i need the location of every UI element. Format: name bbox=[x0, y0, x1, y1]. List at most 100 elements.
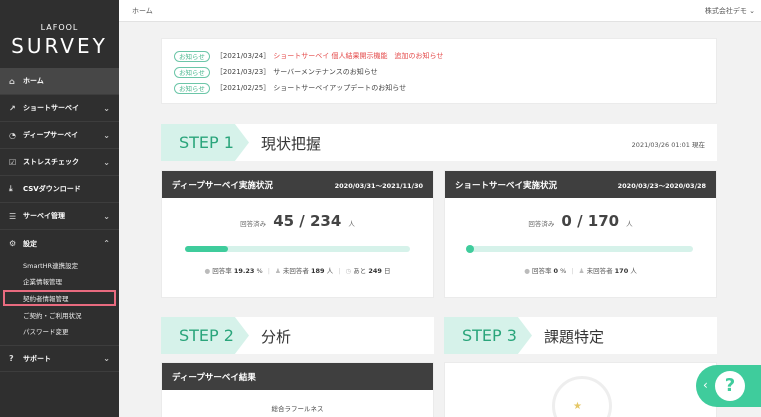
step3-banner: STEP 3 課題特定 bbox=[444, 317, 717, 354]
chevron-left-icon: ‹ bbox=[703, 378, 708, 392]
deep-survey-result-card: ディープサーベイ結果 総合ラフールネス bbox=[161, 362, 434, 417]
download-icon: ⤓ bbox=[9, 184, 13, 193]
sidebar-subitem-smarthr[interactable]: SmartHR連携設定 bbox=[0, 257, 119, 273]
card-title: ディープサーベイ結果 bbox=[172, 372, 256, 383]
days-left-value: 249 bbox=[368, 267, 382, 275]
notice-panel: お知らせ ［2021/03/24］ ショートサーベイ 個人結果開示機能 追加のお… bbox=[161, 38, 717, 104]
response-value: 0 / 170 bbox=[561, 212, 620, 230]
sidebar-item-label: ショートサーベイ bbox=[23, 104, 79, 112]
rate-unit: % bbox=[560, 267, 567, 275]
notice-link[interactable]: ショートサーベイ 個人結果開示機能 追加のお知らせ bbox=[273, 51, 443, 61]
response-value: 45 / 234 bbox=[273, 212, 342, 230]
notice-item[interactable]: お知らせ ［2021/02/25］ ショートサーベイアップデートのお知らせ bbox=[174, 80, 704, 96]
unanswered-label: 未回答者 bbox=[282, 267, 309, 275]
sidebar-item-csv-download[interactable]: ⤓ CSVダウンロード bbox=[0, 176, 119, 203]
sidebar-item-label: ホーム bbox=[23, 77, 44, 85]
unanswered-unit: 人 bbox=[326, 267, 334, 275]
question-bubble-icon: ? bbox=[715, 371, 745, 401]
sidebar-item-settings[interactable]: ⚙ 設定 ⌃ bbox=[0, 230, 119, 257]
response-count: 回答済み 0 / 170 人 bbox=[445, 211, 716, 230]
divider: | bbox=[571, 267, 574, 275]
list-icon: ☰ bbox=[9, 211, 17, 221]
notice-badge: お知らせ bbox=[174, 66, 210, 78]
response-stats: ● 回答率 19.23 % | ♟ 未回答者 189 人 | ◷ あと 249 … bbox=[162, 265, 433, 275]
sidebar-item-short-survey[interactable]: ↗ ショートサーベイ ⌄ bbox=[0, 95, 119, 122]
question-icon: ? bbox=[9, 354, 14, 363]
unanswered-value: 189 bbox=[311, 267, 325, 275]
rate-label: 回答率 bbox=[531, 267, 552, 275]
gauge-decoration bbox=[552, 376, 612, 417]
card-header: ショートサーベイ実施状況 2020/03/23～2020/03/28 bbox=[445, 171, 716, 198]
checkbox-icon: ☑ bbox=[9, 157, 17, 167]
pie-icon: ◔ bbox=[9, 130, 16, 140]
unanswered-label: 未回答者 bbox=[586, 267, 613, 275]
card-title: ショートサーベイ実施状況 bbox=[455, 180, 558, 191]
card-date-range: 2020/03/31～2021/11/30 bbox=[334, 181, 423, 190]
trend-icon: ↗ bbox=[9, 103, 16, 113]
card-header: ディープサーベイ結果 bbox=[162, 363, 433, 390]
progress-dot bbox=[466, 245, 474, 253]
sidebar-item-label: ストレスチェック bbox=[23, 158, 79, 166]
response-unit: 人 bbox=[348, 220, 355, 228]
gear-icon: ⚙ bbox=[9, 239, 17, 248]
step1-timestamp: 2021/03/26 01:01 現在 bbox=[631, 141, 705, 149]
sidebar-item-home[interactable]: ⌂ ホーム bbox=[0, 68, 119, 95]
result-subtitle: 総合ラフールネス bbox=[271, 405, 324, 413]
step1-title: 現状把握 bbox=[261, 135, 322, 153]
notice-item[interactable]: お知らせ ［2021/03/24］ ショートサーベイ 個人結果開示機能 追加のお… bbox=[174, 48, 704, 64]
step3-tag: STEP 3 bbox=[444, 317, 532, 354]
chevron-down-icon: ⌄ bbox=[103, 103, 110, 113]
rate-icon: ● bbox=[524, 267, 530, 275]
rate-value: 19.23 bbox=[233, 267, 255, 275]
notice-badge: お知らせ bbox=[174, 82, 210, 94]
sidebar-subitem-password[interactable]: パスワード変更 bbox=[0, 323, 119, 339]
response-progress-bar bbox=[185, 246, 410, 252]
logo[interactable]: SURVEY bbox=[0, 34, 119, 58]
sidebar-item-label: サーベイ管理 bbox=[23, 212, 65, 220]
notice-date: ［2021/03/24］ bbox=[215, 52, 271, 60]
star-icon: ★ bbox=[573, 401, 582, 412]
step1-tag: STEP 1 bbox=[161, 124, 249, 161]
notice-item[interactable]: お知らせ ［2021/03/23］ サーバーメンテナンスのお知らせ bbox=[174, 64, 704, 80]
deep-survey-status-card: ディープサーベイ実施状況 2020/03/31～2021/11/30 回答済み … bbox=[161, 170, 434, 298]
person-icon: ♟ bbox=[578, 267, 585, 275]
step1-banner: STEP 1 現状把握 2021/03/26 01:01 現在 bbox=[161, 124, 717, 161]
company-menu[interactable]: 株式会社デモ ⌄ bbox=[705, 6, 755, 16]
sidebar-item-label: 設定 bbox=[23, 239, 37, 248]
chevron-down-icon: ⌄ bbox=[103, 354, 110, 363]
step2-banner: STEP 2 分析 bbox=[161, 317, 434, 354]
response-label: 回答済み bbox=[240, 220, 267, 228]
days-left-label: あと bbox=[353, 267, 367, 275]
response-unit: 人 bbox=[626, 220, 633, 228]
card-title: ディープサーベイ実施状況 bbox=[172, 180, 273, 191]
home-icon: ⌂ bbox=[9, 76, 15, 86]
chevron-down-icon: ⌄ bbox=[103, 211, 110, 221]
card-header: ディープサーベイ実施状況 2020/03/31～2021/11/30 bbox=[162, 171, 433, 198]
chevron-up-icon: ⌃ bbox=[103, 239, 110, 248]
sidebar-item-support[interactable]: ? サポート ⌄ bbox=[0, 345, 119, 372]
notice-date: ［2021/02/25］ bbox=[215, 84, 271, 92]
notice-link[interactable]: サーバーメンテナンスのお知らせ bbox=[273, 67, 377, 77]
sidebar-item-stress-check[interactable]: ☑ ストレスチェック ⌄ bbox=[0, 149, 119, 176]
step3-title: 課題特定 bbox=[544, 328, 605, 346]
clock-icon: ◷ bbox=[345, 267, 352, 275]
divider: | bbox=[338, 267, 341, 275]
top-bar: ホーム 株式会社デモ ⌄ bbox=[119, 0, 761, 22]
step2-title: 分析 bbox=[261, 328, 292, 346]
sidebar-subitem-contract-usage[interactable]: ご契約・ご利用状況 bbox=[0, 307, 119, 323]
response-stats: ● 回答率 0 % | ♟ 未回答者 170 人 bbox=[445, 265, 716, 275]
logo-tagline: LAFOOL bbox=[40, 23, 79, 32]
help-button[interactable]: ‹ ? bbox=[696, 365, 761, 407]
person-icon: ♟ bbox=[275, 267, 281, 275]
days-left-unit: 日 bbox=[384, 267, 391, 275]
sidebar-subitem-contractor-info[interactable]: 契約者情報管理 bbox=[3, 290, 116, 306]
response-progress-bar bbox=[466, 245, 693, 253]
sidebar-item-label: CSVダウンロード bbox=[23, 185, 81, 193]
sidebar-subitem-company-info[interactable]: 企業情報管理 bbox=[0, 273, 119, 289]
sidebar-item-deep-survey[interactable]: ◔ ディープサーベイ ⌄ bbox=[0, 122, 119, 149]
progress-fill bbox=[185, 246, 228, 252]
chevron-down-icon: ⌄ bbox=[103, 157, 110, 167]
sidebar-item-survey-management[interactable]: ☰ サーベイ管理 ⌄ bbox=[0, 203, 119, 230]
breadcrumb[interactable]: ホーム bbox=[132, 6, 153, 16]
notice-link[interactable]: ショートサーベイアップデートのお知らせ bbox=[273, 83, 406, 93]
